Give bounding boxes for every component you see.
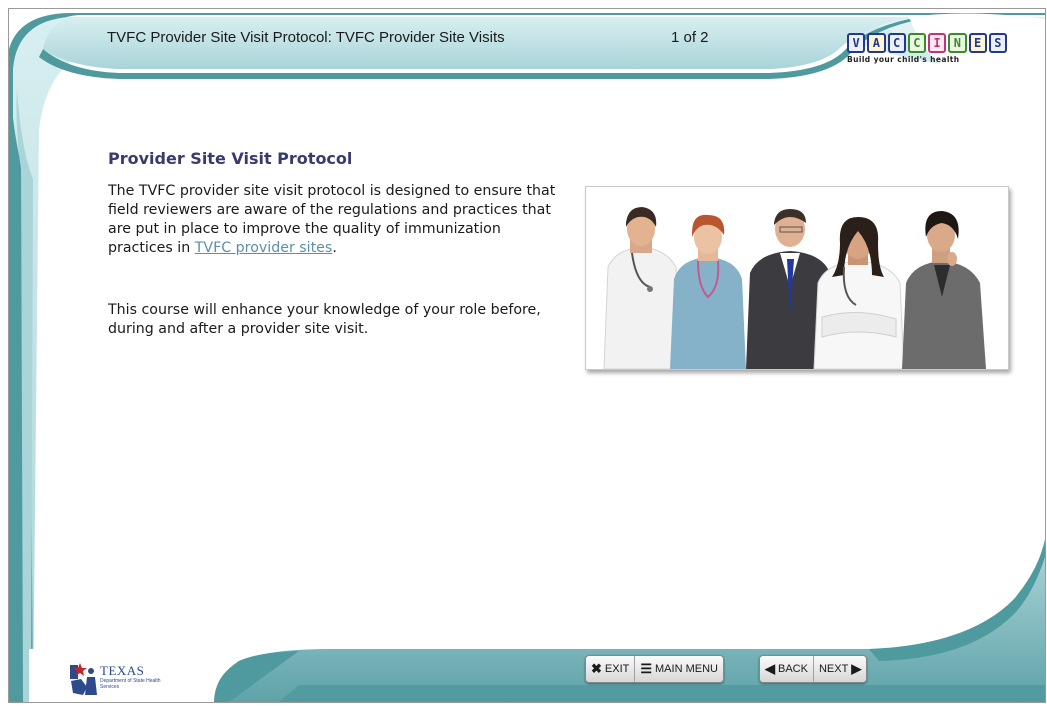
main-menu-label: MAIN MENU — [655, 663, 718, 675]
texas-dshs-logo: TEXAS Department of State Health Service… — [69, 657, 209, 699]
letter-block: V — [847, 33, 866, 53]
letter-block: A — [867, 33, 886, 53]
exit-menu-group: ✖ EXIT ☰ MAIN MENU — [585, 655, 724, 683]
vaccines-letter-blocks: V A C C I N E S — [847, 33, 1007, 53]
back-arrow-icon: ◀ — [765, 661, 775, 676]
back-next-group: ◀ BACK NEXT ▶ — [759, 655, 868, 683]
page-counter: 1 of 2 — [671, 29, 709, 46]
next-button[interactable]: NEXT ▶ — [812, 656, 866, 682]
letter-block: S — [988, 33, 1007, 53]
intro-end: . — [332, 240, 337, 256]
doctor-figure — [603, 207, 681, 369]
businesswoman-figure — [902, 211, 986, 369]
next-label: NEXT — [818, 663, 849, 675]
main-menu-button[interactable]: ☰ MAIN MENU — [634, 656, 723, 682]
letter-block: I — [928, 33, 947, 53]
intro-paragraph: The TVFC provider site visit protocol is… — [108, 182, 568, 258]
letter-block: C — [887, 33, 906, 53]
next-arrow-icon: ▶ — [851, 661, 862, 676]
course-paragraph: This course will enhance your knowledge … — [108, 302, 541, 337]
back-button[interactable]: ◀ BACK — [760, 656, 813, 682]
back-label: BACK — [778, 663, 808, 675]
content-heading: Provider Site Visit Protocol — [108, 149, 353, 168]
close-x-icon: ✖ — [591, 661, 602, 676]
letter-block: N — [948, 33, 967, 53]
letter-block: E — [968, 33, 987, 53]
menu-icon: ☰ — [640, 661, 653, 676]
smiling-doctor-figure — [813, 217, 905, 369]
dshs-subtitle: Department of State Health Services — [100, 678, 161, 690]
tvfc-provider-sites-link[interactable]: TVFC provider sites — [195, 240, 333, 256]
course-title: TVFC Provider Site Visit Protocol: TVFC … — [107, 29, 505, 46]
medical-staff-illustration — [603, 207, 986, 369]
letter-block: C — [907, 33, 926, 53]
logo-tagline: Build your child's health — [847, 55, 960, 64]
nurse-figure — [670, 214, 746, 369]
medical-staff-photo — [585, 186, 1009, 370]
texas-wordmark: TEXAS — [100, 663, 145, 678]
texas-flag-icon — [70, 663, 97, 695]
exit-button[interactable]: ✖ EXIT — [586, 656, 634, 682]
vaccines-logo: V A C C I N E S Build your child's healt… — [847, 33, 1007, 73]
exit-label: EXIT — [604, 663, 630, 675]
course-window: TVFC Provider Site Visit Protocol: TVFC … — [8, 8, 1046, 703]
